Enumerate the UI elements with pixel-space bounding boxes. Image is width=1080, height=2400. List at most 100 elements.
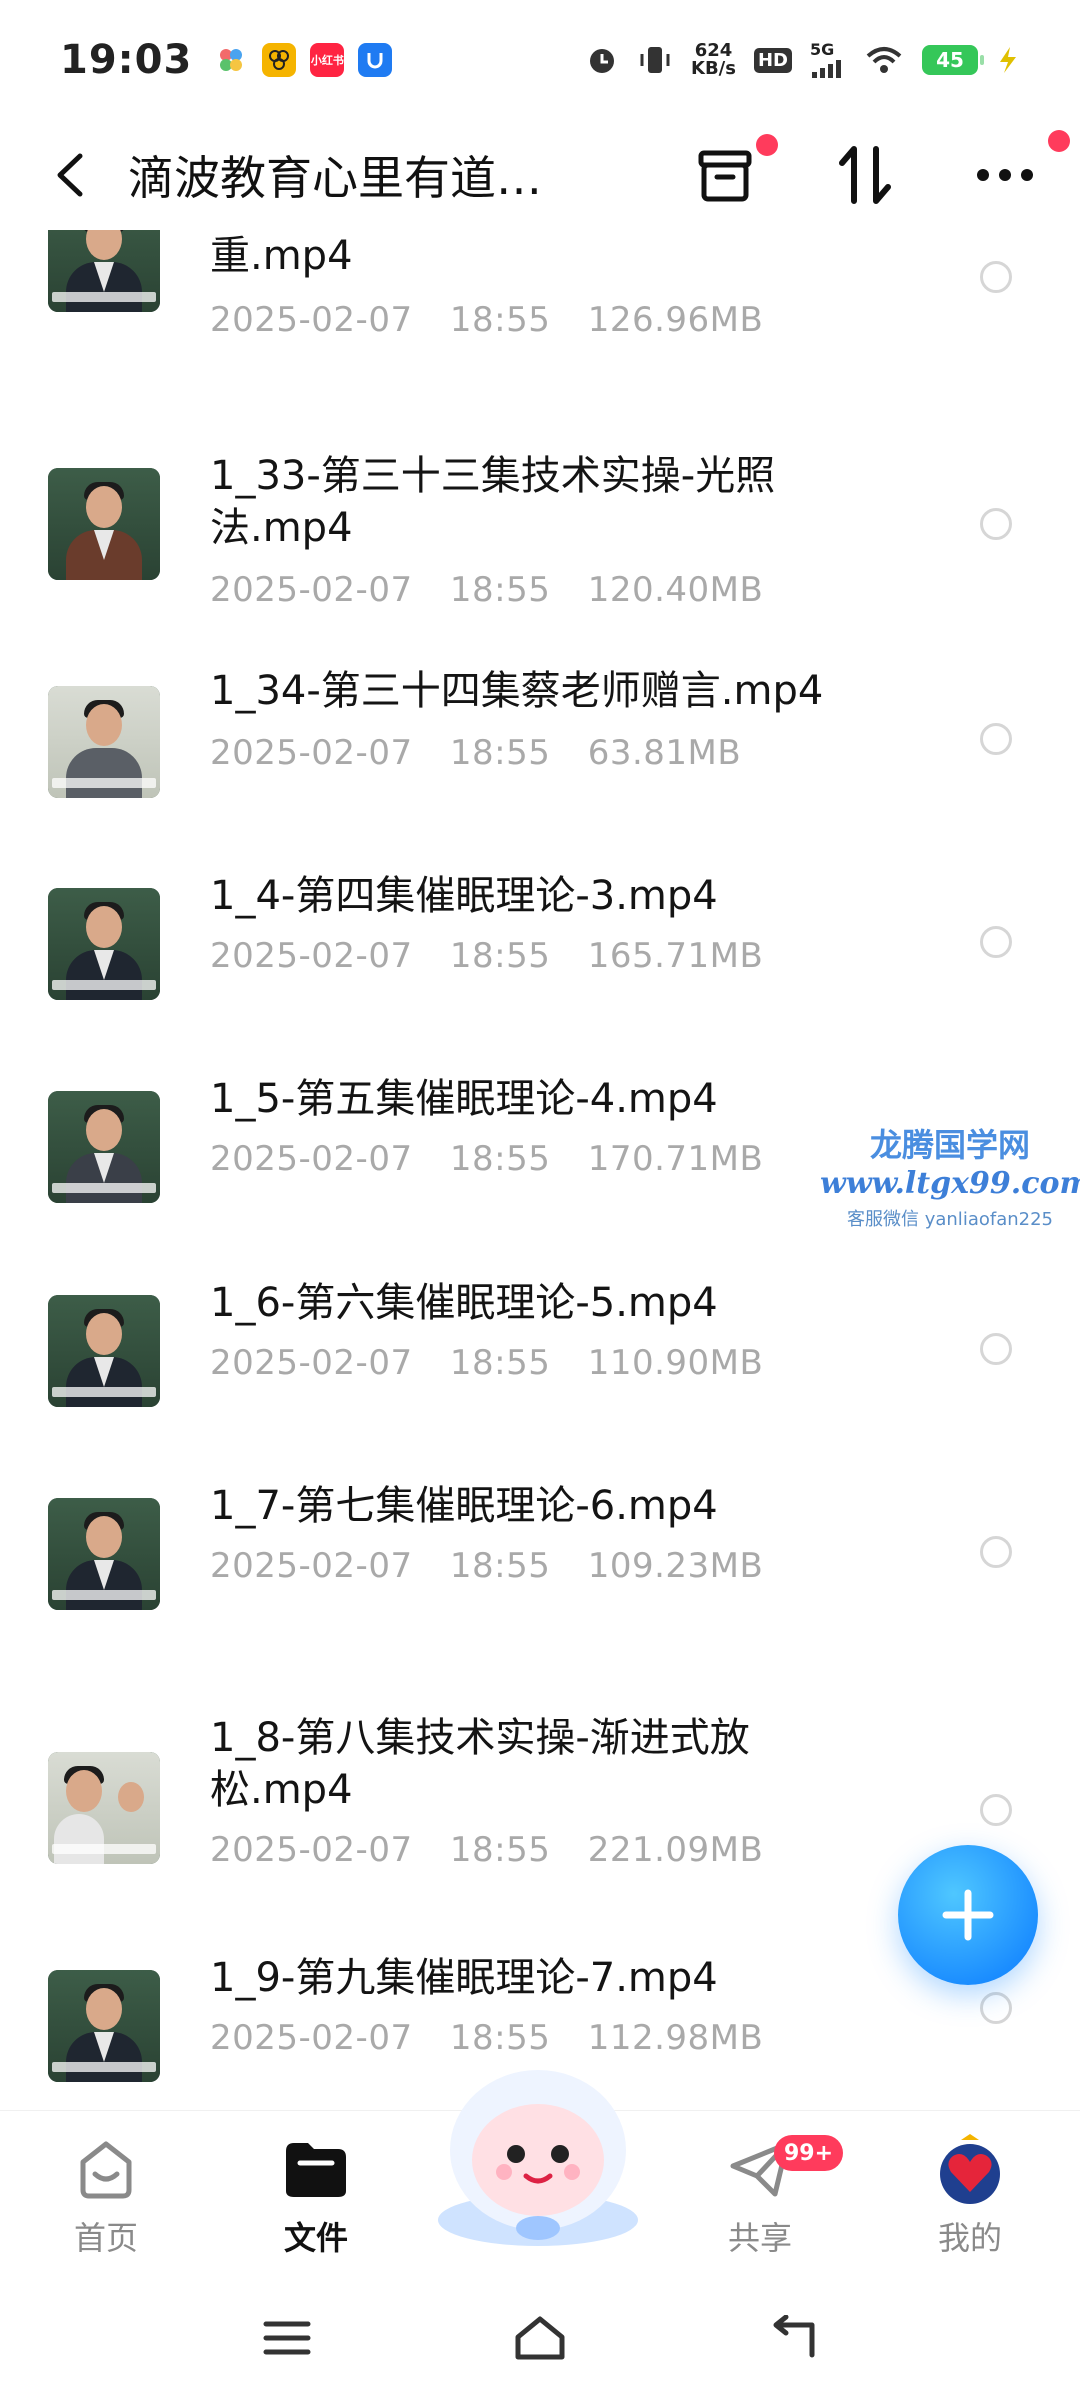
status-right: 624 KB/s HD 5G 45	[585, 42, 1020, 78]
video-thumbnail	[48, 1498, 160, 1610]
video-thumbnail	[48, 888, 160, 1000]
nav-files[interactable]: 文件	[246, 2131, 386, 2259]
archive-icon	[698, 150, 752, 202]
bee-app-icon	[262, 43, 297, 77]
mascot-assistant-button[interactable]	[428, 2050, 648, 2250]
file-time: 18:55	[449, 1139, 551, 1179]
watermark: 龙腾国学网 www.ltgx99.com 客服微信 yanliaofan225	[820, 1120, 1080, 1231]
file-date: 2025-02-07	[210, 936, 413, 976]
file-size: 165.71MB	[587, 936, 764, 976]
video-thumbnail	[48, 1970, 160, 2082]
back-button[interactable]	[40, 145, 100, 205]
hd-icon: HD	[753, 47, 792, 73]
file-size: 120.40MB	[587, 570, 764, 610]
file-size: 63.81MB	[587, 733, 742, 773]
file-meta: 2025-02-07 18:55 109.23MB	[210, 1546, 763, 1586]
watermark-contact: 客服微信 yanliaofan225	[847, 1209, 1053, 1230]
folder-icon	[246, 2131, 386, 2207]
file-name: 1_7-第七集催眠理论-6.mp4	[210, 1483, 718, 1529]
sort-button[interactable]	[830, 140, 900, 210]
file-item[interactable]: 1_33-第三十三集技术实操-光照法.mp4 2025-02-07 18:55 …	[0, 430, 1080, 630]
file-time: 18:55	[449, 1830, 551, 1870]
home-system-button[interactable]	[512, 2313, 568, 2367]
nav-mine-label: 我的	[937, 2219, 1002, 2257]
file-date: 2025-02-07	[210, 2018, 413, 2058]
file-meta: 2025-02-07 18:55 110.90MB	[210, 1343, 763, 1383]
select-radio[interactable]	[980, 1794, 1012, 1826]
file-name: 1_6-第六集催眠理论-5.mp4	[210, 1280, 718, 1326]
archive-button[interactable]	[690, 134, 778, 210]
file-meta: 2025-02-07 18:55 63.81MB	[210, 733, 741, 773]
file-time: 18:55	[449, 1343, 551, 1383]
file-item[interactable]: 1_6-第六集催眠理论-5.mp4 2025-02-07 18:55 110.9…	[0, 1277, 1080, 1452]
alarm-icon	[585, 43, 619, 77]
video-thumbnail	[48, 468, 160, 580]
watermark-site-name: 龙腾国学网	[869, 1126, 1030, 1164]
file-name: 1_34-第三十四集蔡老师赠言.mp4	[210, 668, 824, 714]
select-radio[interactable]	[980, 1536, 1012, 1568]
file-name: 1_8-第八集技术实操-渐进式放松.mp4	[210, 1715, 750, 1813]
video-thumbnail	[48, 1752, 160, 1864]
file-time: 18:55	[449, 936, 551, 976]
video-thumbnail	[48, 230, 160, 312]
return-icon	[773, 2314, 815, 2358]
nav-mine[interactable]: 我的	[900, 2131, 1040, 2259]
hd-label: HD	[753, 47, 792, 73]
file-item[interactable]: 1_34-第三十四集蔡老师赠言.mp4 2025-02-07 18:55 63.…	[0, 665, 1080, 840]
file-size: 221.09MB	[587, 1830, 764, 1870]
file-size: 170.71MB	[587, 1139, 764, 1179]
select-radio[interactable]	[980, 1992, 1012, 2024]
file-size: 110.90MB	[587, 1343, 764, 1383]
file-date: 2025-02-07	[210, 570, 413, 610]
nav-share-label: 共享	[727, 2219, 792, 2257]
select-radio[interactable]	[980, 508, 1012, 540]
more-notification-dot	[1048, 130, 1070, 152]
page-title: 滴波教育心里有道…	[128, 151, 542, 205]
plus-icon	[942, 1889, 994, 1941]
file-item[interactable]: 1_32-第三十二集临床催眠治疗-减重.mp4 2025-02-07 18:55…	[0, 230, 1080, 400]
sort-icon	[839, 146, 891, 204]
more-button[interactable]	[970, 130, 1070, 210]
file-time: 18:55	[449, 300, 551, 340]
file-time: 18:55	[449, 570, 551, 610]
select-radio[interactable]	[980, 261, 1012, 293]
file-item[interactable]: 1_4-第四集催眠理论-3.mp4 2025-02-07 18:55 165.7…	[0, 870, 1080, 1045]
recent-apps-button[interactable]	[262, 2318, 312, 2362]
file-name: 1_5-第五集催眠理论-4.mp4	[210, 1076, 718, 1122]
file-meta: 2025-02-07 18:55 170.71MB	[210, 1139, 763, 1179]
file-meta: 2025-02-07 18:55 165.71MB	[210, 936, 763, 976]
file-date: 2025-02-07	[210, 1139, 413, 1179]
nav-home[interactable]: 首页	[36, 2131, 176, 2259]
mascot-icon	[438, 2070, 638, 2246]
heart-avatar-icon	[900, 2131, 1040, 2207]
xiaohongshu-app-icon: 小红书	[310, 43, 345, 77]
file-item[interactable]: 1_7-第七集催眠理论-6.mp4 2025-02-07 18:55 109.2…	[0, 1480, 1080, 1655]
file-date: 2025-02-07	[210, 1343, 413, 1383]
select-radio[interactable]	[980, 926, 1012, 958]
select-radio[interactable]	[980, 723, 1012, 755]
file-meta: 2025-02-07 18:55 120.40MB	[210, 570, 763, 610]
charging-icon	[996, 45, 1020, 75]
add-fab-button[interactable]	[898, 1845, 1038, 1985]
file-name: 1_33-第三十三集技术实操-光照法.mp4	[210, 453, 776, 551]
battery-indicator: 45	[922, 45, 984, 75]
file-date: 2025-02-07	[210, 733, 413, 773]
back-icon	[57, 153, 83, 197]
more-icon	[977, 169, 1033, 181]
file-name: 1_9-第九集催眠理论-7.mp4	[210, 1955, 718, 2001]
pinwheel-app-icon	[214, 43, 249, 77]
select-radio[interactable]	[980, 1333, 1012, 1365]
file-date: 2025-02-07	[210, 1546, 413, 1586]
file-time: 18:55	[449, 733, 551, 773]
net-speed-unit: KB/s	[691, 58, 736, 79]
nav-home-label: 首页	[73, 2219, 138, 2257]
file-size: 126.96MB	[587, 300, 764, 340]
video-thumbnail	[48, 1091, 160, 1203]
net-speed: 624 KB/s	[691, 42, 736, 78]
menu-lines-icon	[263, 2321, 311, 2355]
signal-5g-icon: 5G	[810, 42, 846, 78]
security-app-icon	[358, 43, 393, 77]
back-system-button[interactable]	[768, 2314, 818, 2365]
screen: 19:03 小红书 624 KB/s HD 5G 45 滴波教育心里有道… 重.…	[0, 0, 1080, 2400]
nav-share[interactable]: 共享 99+	[690, 2131, 844, 2259]
